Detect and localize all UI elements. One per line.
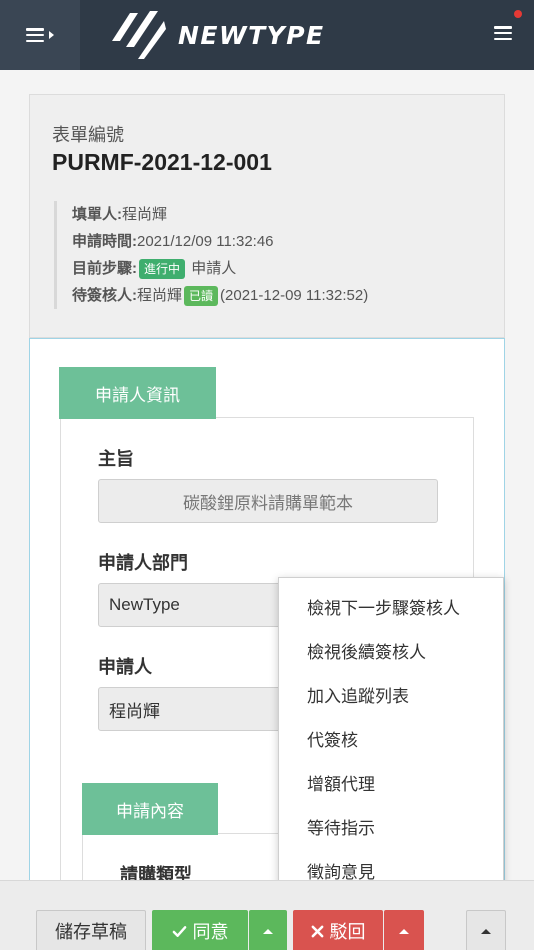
- current-step-value: 申請人: [191, 260, 237, 277]
- check-icon: [172, 925, 186, 937]
- form-summary-card: 表單編號 PURMF-2021-12-001 填單人:程尚輝 申請時間:2021…: [29, 94, 505, 338]
- notification-dot-icon: [514, 10, 522, 18]
- menu-item-wait-instruction[interactable]: 等待指示: [279, 807, 503, 851]
- logo-text: NEWTYPE: [178, 20, 325, 50]
- save-draft-button[interactable]: 儲存草稿: [36, 910, 146, 950]
- apply-time-label: 申請時間:: [72, 233, 137, 250]
- tab-request-content[interactable]: 申請內容: [82, 783, 218, 835]
- subject-label: 主旨: [98, 449, 134, 470]
- sidebar-toggle-icon: [26, 28, 44, 42]
- agree-button[interactable]: 同意: [152, 910, 248, 950]
- form-number: PURMF-2021-12-001: [52, 149, 272, 175]
- department-label: 申請人部門: [98, 553, 188, 574]
- apply-time-line: 申請時間:2021/12/09 11:32:46: [72, 228, 368, 255]
- current-step-label: 目前步驟:: [72, 260, 137, 277]
- filler-line: 填單人:程尚輝: [72, 201, 368, 228]
- agree-label: 同意: [192, 922, 229, 943]
- filler-value: 程尚輝: [122, 206, 168, 223]
- newtype-logo-icon: [112, 11, 166, 59]
- app-header: NEWTYPE: [0, 0, 534, 70]
- read-badge: 已讀: [184, 286, 219, 306]
- form-number-label: 表單編號: [52, 125, 124, 146]
- menu-button[interactable]: [494, 26, 512, 40]
- menu-item-proxy-approve[interactable]: 代簽核: [279, 719, 503, 763]
- caret-up-icon: [399, 928, 409, 934]
- caret-up-icon: [263, 928, 273, 934]
- applicant-label: 申請人: [98, 657, 152, 678]
- more-actions-button[interactable]: [466, 910, 506, 950]
- reject-options-button[interactable]: [384, 910, 424, 950]
- action-toolbar: 儲存草稿 同意 駁回: [0, 880, 534, 950]
- reviewer-label: 待簽核人:: [72, 287, 137, 304]
- reject-button[interactable]: 駁回: [293, 910, 383, 950]
- apply-time-value: 2021/12/09 11:32:46: [137, 233, 274, 250]
- save-draft-label: 儲存草稿: [55, 922, 127, 943]
- tab-applicant-info[interactable]: 申請人資訊: [59, 367, 216, 419]
- expand-arrow-icon: [49, 31, 54, 39]
- more-actions-menu: 檢視下一步驟簽核人 檢視後續簽核人 加入追蹤列表 代簽核 增額代理 等待指示 徵…: [278, 577, 504, 903]
- current-step-line: 目前步驟: 進行中 申請人: [72, 255, 368, 282]
- subject-field[interactable]: 碳酸鋰原料請購單範本: [98, 479, 438, 523]
- menu-item-view-subsequent-approvers[interactable]: 檢視後續簽核人: [279, 631, 503, 675]
- reviewer-time: (2021-12-09 11:32:52): [220, 287, 369, 304]
- menu-item-view-next-approver[interactable]: 檢視下一步驟簽核人: [279, 587, 503, 631]
- menu-icon: [494, 26, 512, 40]
- menu-item-add-delegate[interactable]: 增額代理: [279, 763, 503, 807]
- reviewer-value: 程尚輝: [137, 287, 183, 304]
- sidebar-toggle-button[interactable]: [0, 0, 80, 70]
- caret-up-icon: [481, 928, 491, 934]
- close-icon: [311, 925, 323, 937]
- status-badge: 進行中: [139, 259, 186, 279]
- menu-item-add-tracking[interactable]: 加入追蹤列表: [279, 675, 503, 719]
- logo[interactable]: NEWTYPE: [108, 6, 325, 64]
- reviewer-line: 待簽核人:程尚輝 已讀 (2021-12-09 11:32:52): [72, 282, 368, 309]
- form-meta: 填單人:程尚輝 申請時間:2021/12/09 11:32:46 目前步驟: 進行…: [54, 201, 368, 309]
- reject-label: 駁回: [329, 922, 366, 943]
- filler-label: 填單人:: [72, 206, 122, 223]
- agree-options-button[interactable]: [249, 910, 287, 950]
